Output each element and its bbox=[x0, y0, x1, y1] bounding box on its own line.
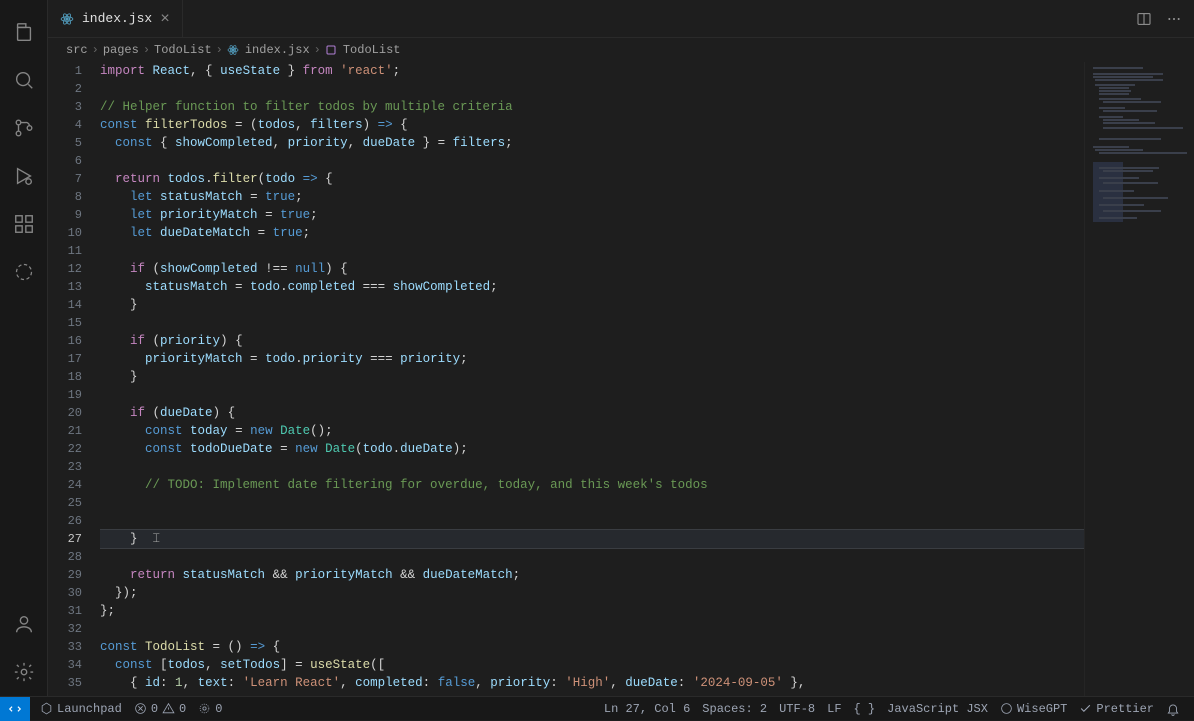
chevron-right-icon: › bbox=[216, 43, 223, 57]
encoding-button[interactable]: UTF-8 bbox=[773, 702, 821, 716]
notifications-icon[interactable] bbox=[1160, 702, 1186, 716]
status-bar: Launchpad 0 0 0 Ln 27, Col 6 Spaces: 2 U… bbox=[0, 696, 1194, 720]
ports-count: 0 bbox=[215, 702, 222, 716]
activity-bar bbox=[0, 0, 48, 696]
eol-button[interactable]: LF bbox=[821, 702, 847, 716]
braces-button[interactable]: { } bbox=[848, 702, 882, 716]
tab-index-jsx[interactable]: index.jsx × bbox=[48, 0, 183, 37]
tab-filename: index.jsx bbox=[82, 11, 152, 26]
chevron-right-icon: › bbox=[314, 43, 321, 57]
react-file-icon bbox=[227, 44, 239, 56]
tab-bar: index.jsx × bbox=[48, 0, 1194, 38]
language-button[interactable]: JavaScript JSX bbox=[881, 702, 994, 716]
cursor-position[interactable]: Ln 27, Col 6 bbox=[598, 702, 696, 716]
symbol-icon bbox=[325, 44, 337, 56]
breadcrumb-item[interactable]: index.jsx bbox=[245, 43, 310, 57]
breadcrumb-item[interactable]: TodoList bbox=[154, 43, 212, 57]
warning-count: 0 bbox=[179, 702, 186, 716]
split-editor-icon[interactable] bbox=[1136, 11, 1152, 27]
breadcrumb-item[interactable]: src bbox=[66, 43, 88, 57]
more-actions-icon[interactable] bbox=[1166, 11, 1182, 27]
problems-button[interactable]: 0 0 bbox=[128, 702, 192, 716]
loading-icon[interactable] bbox=[0, 248, 48, 296]
run-debug-icon[interactable] bbox=[0, 152, 48, 200]
chevron-right-icon: › bbox=[143, 43, 150, 57]
indentation-button[interactable]: Spaces: 2 bbox=[696, 702, 773, 716]
editor[interactable]: 1234567891011121314151617181920212223242… bbox=[48, 62, 1194, 696]
ports-button[interactable]: 0 bbox=[192, 702, 228, 716]
launchpad-label: Launchpad bbox=[57, 702, 122, 716]
error-count: 0 bbox=[151, 702, 158, 716]
wisegpt-button[interactable]: WiseGPT bbox=[994, 702, 1073, 716]
accounts-icon[interactable] bbox=[0, 600, 48, 648]
breadcrumb-item[interactable]: TodoList bbox=[343, 43, 401, 57]
breadcrumbs[interactable]: src › pages › TodoList › index.jsx › Tod… bbox=[48, 38, 1194, 62]
extensions-icon[interactable] bbox=[0, 200, 48, 248]
explorer-icon[interactable] bbox=[0, 8, 48, 56]
settings-icon[interactable] bbox=[0, 648, 48, 696]
line-gutter: 1234567891011121314151617181920212223242… bbox=[48, 62, 100, 696]
remote-button[interactable] bbox=[0, 697, 30, 721]
breadcrumb-item[interactable]: pages bbox=[103, 43, 139, 57]
code-area[interactable]: import React, { useState } from 'react';… bbox=[100, 62, 1084, 696]
minimap[interactable] bbox=[1084, 62, 1194, 696]
search-icon[interactable] bbox=[0, 56, 48, 104]
close-icon[interactable]: × bbox=[160, 10, 170, 28]
source-control-icon[interactable] bbox=[0, 104, 48, 152]
prettier-button[interactable]: Prettier bbox=[1073, 702, 1160, 716]
react-file-icon bbox=[60, 12, 74, 26]
chevron-right-icon: › bbox=[92, 43, 99, 57]
launchpad-button[interactable]: Launchpad bbox=[34, 702, 128, 716]
